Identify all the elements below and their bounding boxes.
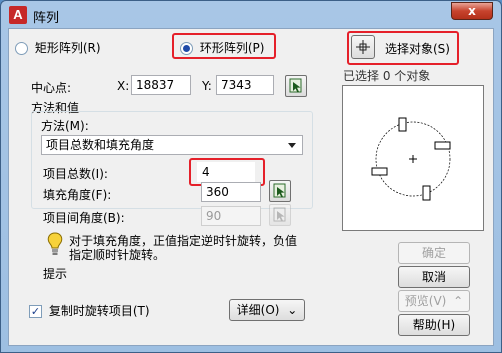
- tip-text: 对于填充角度，正值指定逆时针旋转，负值指定顺时针旋转。: [69, 234, 298, 262]
- pick-point-icon: [273, 183, 286, 198]
- pick-item-angle-button: [269, 204, 291, 226]
- polar-array-option[interactable]: 环形阵列(P): [180, 39, 264, 56]
- item-angle-input: 90: [201, 206, 261, 226]
- chevron-up-icon: ⌃: [453, 294, 464, 308]
- window-title: 阵列: [33, 11, 60, 26]
- rotate-items-option[interactable]: ✓ 复制时旋转项目(T): [29, 302, 150, 319]
- double-chevron-down-icon: ⌄: [287, 303, 298, 317]
- lightbulb-icon: [47, 232, 63, 255]
- help-button[interactable]: 帮助(H): [398, 314, 470, 336]
- polar-radio[interactable]: [180, 42, 193, 55]
- rectangular-label: 矩形阵列(R): [34, 41, 101, 55]
- pick-point-icon: [289, 78, 302, 93]
- rotate-items-checkbox[interactable]: ✓: [29, 305, 42, 318]
- pick-point-icon: [273, 207, 286, 222]
- details-button[interactable]: 详细(O) ⌄: [229, 299, 305, 321]
- dialog-client-area: 矩形阵列(R) 环形阵列(P) 选择对象(S) 已选择 0 个对象 中心点: X…: [8, 28, 494, 346]
- rectangular-array-option[interactable]: 矩形阵列(R): [15, 39, 101, 56]
- rectangular-radio[interactable]: [15, 42, 28, 55]
- center-y-label: Y:: [202, 79, 212, 93]
- item-angle-label: 项目间角度(B):: [43, 211, 125, 225]
- select-objects-icon-button[interactable]: [351, 35, 375, 59]
- center-y-input[interactable]: 7343: [216, 75, 274, 95]
- details-label: 详细(O): [236, 303, 280, 317]
- title-bar[interactable]: A 阵列 x: [1, 1, 501, 29]
- pick-center-point-button[interactable]: [285, 75, 307, 97]
- select-objects-label[interactable]: 选择对象(S): [385, 40, 450, 57]
- pick-fill-angle-button[interactable]: [269, 180, 291, 202]
- total-items-label: 项目总数(I):: [43, 167, 108, 181]
- array-preview-graphic: [371, 117, 451, 201]
- method-label: 方法(M):: [41, 119, 89, 133]
- fill-angle-label: 填充角度(F):: [43, 188, 112, 202]
- ok-button: 确定: [398, 242, 470, 264]
- preview-panel: [342, 85, 484, 231]
- crosshair-icon: [356, 40, 370, 54]
- chevron-down-icon: [288, 143, 296, 148]
- center-point-label: 中心点:: [31, 81, 72, 95]
- selection-status: 已选择 0 个对象: [343, 69, 431, 83]
- total-items-input[interactable]: 4: [197, 162, 255, 182]
- preview-label: 预览(V): [404, 294, 447, 308]
- method-select-value: 项目总数和填充角度: [46, 138, 155, 152]
- cancel-button[interactable]: 取消: [398, 266, 470, 288]
- array-dialog-window: A 阵列 x 矩形阵列(R) 环形阵列(P) 选择对象(S) 已选择 0 个对象…: [0, 0, 502, 353]
- close-button[interactable]: x: [451, 2, 493, 20]
- autocad-app-icon: A: [9, 6, 27, 24]
- preview-button: 预览(V) ⌃: [398, 290, 470, 312]
- polar-label: 环形阵列(P): [199, 41, 265, 55]
- fill-angle-input[interactable]: 360: [201, 182, 261, 202]
- method-select[interactable]: 项目总数和填充角度: [41, 135, 303, 155]
- tip-label: 提示: [43, 267, 68, 281]
- rotate-items-label: 复制时旋转项目(T): [48, 304, 150, 318]
- center-x-label: X:: [117, 79, 130, 93]
- center-x-input[interactable]: 18837: [131, 75, 191, 95]
